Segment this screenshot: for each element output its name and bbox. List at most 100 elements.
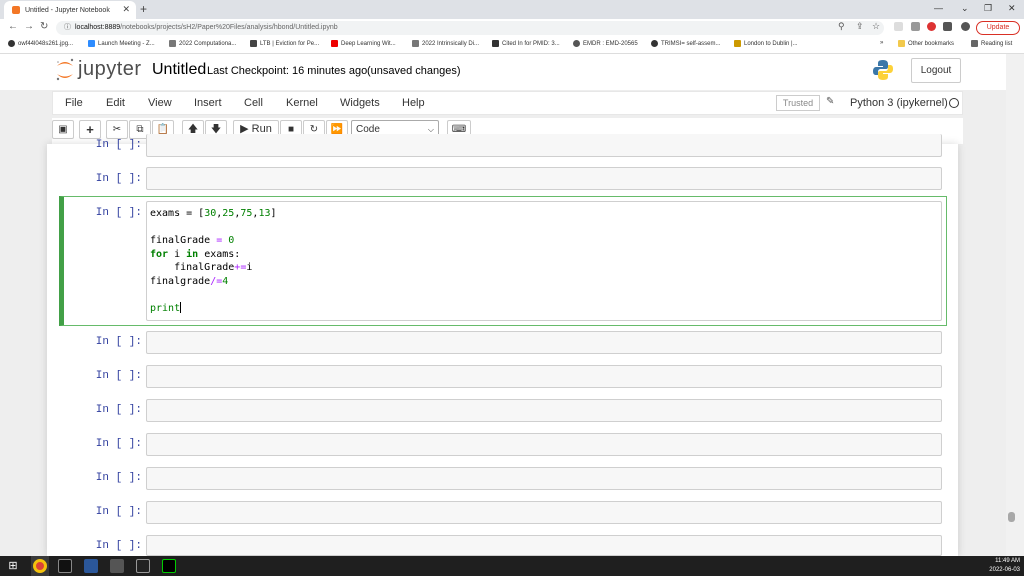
jupyter-logo-text[interactable]: jupyter — [78, 58, 142, 81]
bookmark-icon — [8, 40, 15, 47]
bookmark-icon — [651, 40, 658, 47]
menu-view[interactable]: View — [148, 97, 172, 109]
plus-icon: + — [86, 122, 94, 137]
url-host: localhost:8889 — [75, 24, 121, 31]
menu-insert[interactable]: Insert — [194, 97, 222, 109]
profile-avatar-icon[interactable] — [961, 22, 970, 31]
scrollbar-thumb[interactable] — [1008, 512, 1015, 522]
jupyter-logo-icon[interactable] — [55, 58, 75, 82]
bookmark-item[interactable]: TRIMSI= self-assem... — [651, 40, 721, 47]
bookmark-item[interactable]: 2022 Intrinsically Di... — [412, 40, 479, 47]
chrome-icon[interactable] — [33, 559, 47, 573]
chevron-down-icon[interactable]: ⌄ — [961, 3, 969, 14]
text-cursor — [180, 302, 182, 313]
taskbar: ⊞ — [0, 556, 1024, 576]
menu-cell[interactable]: Cell — [244, 97, 263, 109]
python-logo-icon — [873, 60, 893, 80]
kernel-name[interactable]: Python 3 (ipykernel) — [850, 97, 948, 109]
cell-prompt: In [ ]: — [95, 438, 142, 450]
cell-input[interactable] — [146, 399, 942, 422]
back-icon[interactable]: ← — [8, 21, 18, 32]
extension-icon[interactable] — [894, 22, 903, 31]
bookmark-item[interactable]: owf44l048s261.jpg... — [8, 40, 73, 47]
notebook-name[interactable]: Untitled — [152, 61, 206, 79]
address-bar-row: ← → ↻ ⓘ localhost:8889/notebooks/projects… — [0, 19, 1024, 37]
cell-prompt: In [ ]: — [95, 540, 142, 552]
update-button[interactable]: Update — [976, 21, 1020, 35]
minimize-icon[interactable]: — — [934, 3, 943, 13]
cell-input[interactable] — [146, 167, 942, 190]
extension-icon[interactable] — [927, 22, 936, 31]
save-icon: ▣ — [58, 124, 68, 135]
cell-input[interactable] — [146, 467, 942, 490]
windows-start-icon[interactable]: ⊞ — [6, 559, 20, 573]
close-tab-icon[interactable]: ✕ — [122, 4, 130, 15]
browser-tab-strip: Untitled - Jupyter Notebook ✕ + — ⌄ ❐ ✕ — [0, 0, 1024, 19]
cell-input[interactable] — [146, 365, 942, 388]
share-icon[interactable]: ⇪ — [856, 21, 864, 32]
bookmark-folder[interactable]: Other bookmarks — [898, 40, 954, 47]
cell-input[interactable] — [146, 134, 942, 157]
more-bookmarks-icon[interactable]: » — [880, 40, 883, 46]
save-button[interactable]: ▣ — [52, 120, 74, 139]
extension-icon[interactable] — [911, 22, 920, 31]
menu-file[interactable]: File — [65, 97, 83, 109]
zoom-icon[interactable]: ⚲ — [838, 21, 845, 32]
bookmark-item[interactable]: London to Dublin |... — [734, 40, 798, 47]
menu-widgets[interactable]: Widgets — [340, 97, 380, 109]
close-window-icon[interactable]: ✕ — [1008, 3, 1016, 14]
edit-pencil-icon[interactable]: ✎ — [826, 96, 834, 107]
page-scrollbar[interactable] — [1006, 54, 1024, 556]
bookmark-item[interactable]: EMDR : EMD-20565 — [573, 40, 638, 47]
cell-input[interactable] — [146, 535, 942, 556]
browser-tab[interactable]: Untitled - Jupyter Notebook ✕ — [4, 1, 136, 19]
terminal-icon[interactable] — [58, 559, 72, 573]
reload-icon[interactable]: ↻ — [40, 21, 48, 32]
cell-input[interactable] — [146, 331, 942, 354]
system-clock[interactable]: 11:49 AM 2022-06-03 — [988, 557, 1020, 575]
scissors-icon: ✂ — [112, 124, 122, 135]
word-icon[interactable] — [84, 559, 98, 573]
code-line: finalgrade/=4 — [150, 276, 229, 287]
bookmarks-bar: owf44l048s261.jpg... Launch Meeting - Z.… — [0, 37, 1024, 54]
restore-icon[interactable]: ❐ — [984, 3, 992, 14]
extension-icon[interactable] — [943, 22, 952, 31]
jupyter-favicon-icon — [12, 6, 20, 14]
bookmark-icon — [412, 40, 419, 47]
cell-prompt: In [ ]: — [95, 139, 142, 151]
cell-prompt: In [ ]: — [95, 404, 142, 416]
menu-help[interactable]: Help — [402, 97, 425, 109]
code-line: finalGrade = 0 — [150, 235, 235, 246]
trusted-indicator[interactable]: Trusted — [776, 95, 820, 111]
reading-list-icon — [971, 40, 978, 47]
bookmark-item[interactable]: Launch Meeting - Z... — [88, 40, 155, 47]
bookmark-item[interactable]: Deep Learning Wit... — [331, 40, 396, 47]
kernel-idle-icon — [949, 98, 959, 108]
code-line: exams = [30,25,75,13] — [150, 208, 277, 219]
insert-cell-button[interactable]: + — [79, 120, 101, 139]
app-icon[interactable] — [162, 559, 176, 573]
forward-icon[interactable]: → — [24, 21, 34, 32]
bookmark-item[interactable]: LTB | Eviction for Pe... — [250, 40, 319, 47]
bookmark-item[interactable]: 2022 Computationa... — [169, 40, 236, 47]
code-line: finalGrade+=i — [150, 262, 253, 273]
reading-list[interactable]: Reading list — [971, 40, 1012, 47]
bookmark-item[interactable]: Cited In for PMID: 3... — [492, 40, 560, 47]
menu-bar: File Edit View Insert Cell Kernel Widget… — [52, 91, 963, 115]
cell-prompt: In [ ]: — [95, 336, 142, 348]
clock-date: 2022-06-03 — [989, 567, 1020, 573]
menu-kernel[interactable]: Kernel — [286, 97, 318, 109]
bookmark-icon — [169, 40, 176, 47]
app-icon[interactable] — [110, 559, 124, 573]
cell-input[interactable] — [146, 501, 942, 524]
url-input[interactable]: ⓘ localhost:8889/notebooks/projects/sH2/P… — [56, 21, 884, 35]
logout-button[interactable]: Logout — [911, 58, 961, 83]
bookmark-icon — [250, 40, 257, 47]
menu-edit[interactable]: Edit — [106, 97, 125, 109]
app-icon[interactable] — [136, 559, 150, 573]
youtube-bookmark-icon — [331, 40, 338, 47]
cut-button[interactable]: ✂ — [106, 120, 128, 139]
star-icon[interactable]: ☆ — [872, 21, 880, 32]
cell-input[interactable] — [146, 433, 942, 456]
new-tab-icon[interactable]: + — [140, 2, 147, 16]
